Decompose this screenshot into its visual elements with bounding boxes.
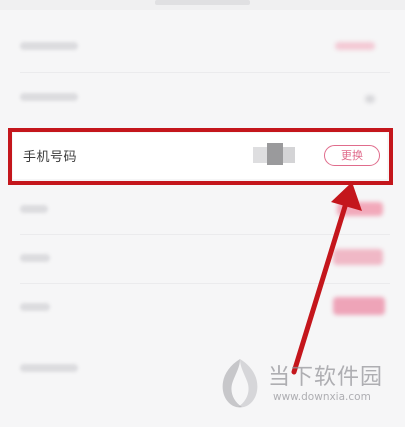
top-bar: [0, 0, 405, 10]
blurred-row-4[interactable]: [0, 235, 405, 283]
blurred-row-label: [20, 205, 48, 213]
watermark-title: 当下软件园: [268, 365, 384, 390]
watermark-url: www.downxia.com: [273, 391, 371, 403]
blurred-row-label: [20, 42, 78, 50]
downxia-logo-icon: [222, 359, 258, 408]
blurred-row-label: [20, 303, 50, 311]
blurred-row-2[interactable]: [0, 73, 405, 121]
blurred-row-3[interactable]: [0, 186, 405, 234]
blurred-row-value: [337, 202, 383, 216]
blurred-row-value: [333, 297, 385, 315]
blurred-row-1[interactable]: [0, 22, 405, 70]
blurred-row-chevron: [365, 95, 375, 103]
settings-page: 手机号码 更换 当下软件园 www.downxia.com: [0, 0, 405, 427]
blurred-row-label: [20, 93, 78, 101]
blurred-row-5[interactable]: [0, 284, 405, 332]
blurred-title: [155, 0, 250, 5]
blurred-row-label: [20, 254, 50, 262]
highlight-box: [8, 128, 393, 185]
blurred-row-value: [335, 42, 375, 50]
blurred-row-label: [20, 364, 78, 372]
watermark: 当下软件园 www.downxia.com: [215, 355, 395, 415]
blurred-row-value: [333, 249, 383, 265]
